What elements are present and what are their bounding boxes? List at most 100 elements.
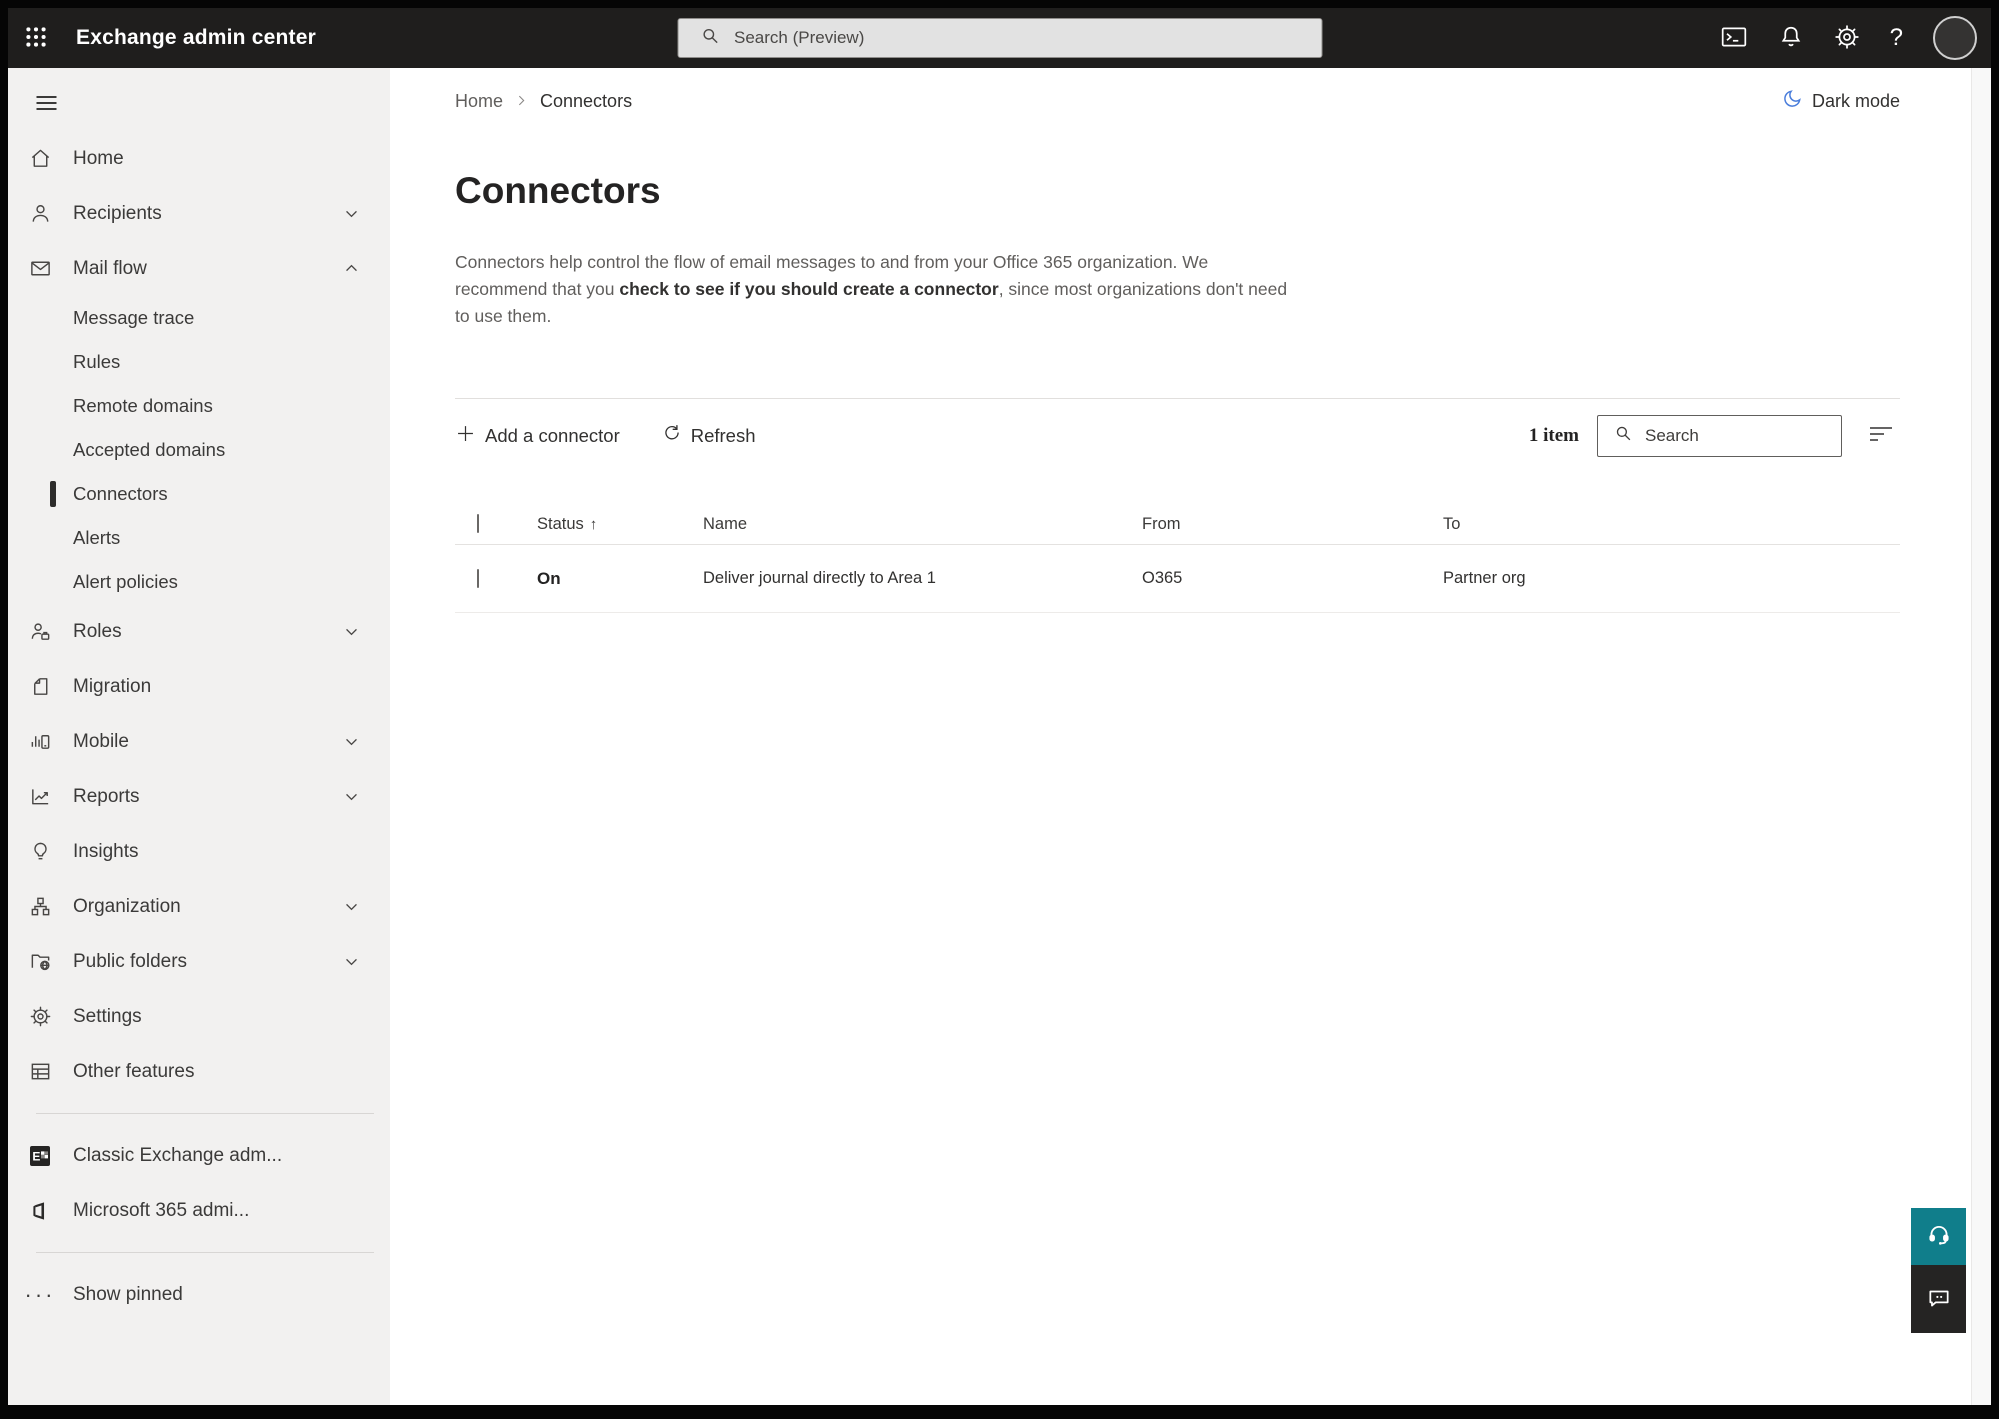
sidebar-item-public-folders[interactable]: Public folders bbox=[8, 934, 390, 989]
app-launcher-button[interactable] bbox=[8, 8, 64, 68]
sidebar-item-insights[interactable]: Insights bbox=[8, 824, 390, 879]
nav-collapse-button[interactable] bbox=[28, 92, 65, 117]
sidebar-item-label: Reports bbox=[73, 785, 140, 807]
cell-from: O365 bbox=[1142, 569, 1183, 587]
filter-button[interactable] bbox=[1862, 422, 1900, 449]
classic-exchange-icon: E bbox=[28, 1145, 52, 1167]
support-button[interactable] bbox=[1911, 1208, 1966, 1265]
list-search-input[interactable]: Search bbox=[1597, 414, 1842, 457]
terminal-icon bbox=[1720, 24, 1748, 53]
sidebar-item-label: Roles bbox=[73, 620, 122, 642]
ellipsis-icon: ··· bbox=[24, 1281, 56, 1307]
powershell-button[interactable] bbox=[1720, 24, 1748, 53]
item-count: 1 item bbox=[1528, 424, 1579, 446]
chevron-down-icon bbox=[343, 898, 360, 915]
settings-topbar-button[interactable] bbox=[1834, 24, 1860, 53]
scrollbar-track[interactable] bbox=[1971, 68, 1991, 1405]
sidebar-item-label: Organization bbox=[73, 895, 181, 917]
row-checkbox[interactable] bbox=[477, 568, 479, 588]
list-search-placeholder: Search bbox=[1645, 425, 1699, 445]
chevron-down-icon bbox=[343, 733, 360, 750]
column-header-to[interactable]: To bbox=[1443, 515, 1900, 534]
home-icon bbox=[28, 147, 52, 170]
waffle-icon bbox=[23, 24, 49, 53]
sidebar-item-classic-exchange[interactable]: E Classic Exchange adm... bbox=[8, 1128, 390, 1183]
dark-mode-toggle[interactable]: Dark mode bbox=[1782, 88, 1900, 114]
account-button[interactable] bbox=[1933, 16, 1977, 60]
sidebar-item-mail-flow[interactable]: Mail flow bbox=[8, 241, 390, 296]
sidebar-item-m365-admin[interactable]: Microsoft 365 admi... bbox=[8, 1183, 390, 1238]
column-header-status[interactable]: Status ↑ bbox=[537, 515, 703, 534]
sidebar-item-label: Rules bbox=[73, 351, 121, 372]
org-chart-icon bbox=[28, 895, 52, 918]
select-all-checkbox[interactable] bbox=[477, 514, 479, 533]
sidebar-item-rules[interactable]: Rules bbox=[8, 340, 390, 384]
sort-ascending-icon: ↑ bbox=[589, 515, 598, 533]
chevron-down-icon bbox=[343, 623, 360, 640]
cell-to: Partner org bbox=[1443, 569, 1526, 587]
sidebar-item-organization[interactable]: Organization bbox=[8, 879, 390, 934]
page-title: Connectors bbox=[455, 170, 661, 211]
sidebar-item-label: Remote domains bbox=[73, 395, 213, 416]
description-emphasis: check to see if you should create a conn… bbox=[619, 279, 999, 299]
sidebar-item-other-features[interactable]: Other features bbox=[8, 1044, 390, 1099]
chevron-up-icon bbox=[343, 260, 360, 277]
sidebar-item-message-trace[interactable]: Message trace bbox=[8, 296, 390, 340]
sidebar-item-accepted-domains[interactable]: Accepted domains bbox=[8, 428, 390, 472]
lightbulb-icon bbox=[28, 840, 52, 863]
chart-phone-icon bbox=[28, 730, 52, 753]
table-header-row: Status ↑ Name From To bbox=[455, 504, 1900, 545]
sidebar-item-roles[interactable]: Roles bbox=[8, 604, 390, 659]
svg-text:E: E bbox=[32, 1149, 40, 1163]
line-chart-icon bbox=[28, 785, 52, 808]
notifications-button[interactable] bbox=[1778, 24, 1804, 53]
sidebar-item-settings[interactable]: Settings bbox=[8, 989, 390, 1044]
sidebar-item-recipients[interactable]: Recipients bbox=[8, 186, 390, 241]
breadcrumb-current: Connectors bbox=[540, 90, 633, 111]
cell-name: Deliver journal directly to Area 1 bbox=[703, 569, 936, 587]
assistance-buttons bbox=[1911, 1208, 1966, 1333]
global-search-placeholder: Search (Preview) bbox=[734, 28, 865, 47]
refresh-button[interactable]: Refresh bbox=[662, 423, 756, 448]
dark-mode-label: Dark mode bbox=[1811, 90, 1900, 111]
table-row[interactable]: On Deliver journal directly to Area 1 O3… bbox=[455, 545, 1900, 613]
column-header-from[interactable]: From bbox=[1142, 515, 1443, 534]
search-icon bbox=[1614, 424, 1633, 448]
sidebar-item-home[interactable]: Home bbox=[8, 131, 390, 186]
sidebar-divider bbox=[36, 1113, 374, 1114]
sidebar-item-label: Migration bbox=[73, 675, 152, 697]
gear-icon bbox=[1834, 24, 1860, 53]
question-icon: ? bbox=[1889, 24, 1903, 51]
global-search-input[interactable]: Search (Preview) bbox=[677, 18, 1322, 58]
app-title: Exchange admin center bbox=[76, 26, 316, 49]
sidebar-item-remote-domains[interactable]: Remote domains bbox=[8, 384, 390, 428]
sidebar-item-alerts[interactable]: Alerts bbox=[8, 516, 390, 560]
chevron-right-icon bbox=[515, 91, 528, 112]
sidebar-item-migration[interactable]: Migration bbox=[8, 659, 390, 714]
main-content: Home Connectors Dark mode Connectors Con… bbox=[390, 68, 1971, 1405]
sidebar-item-label: Message trace bbox=[73, 307, 195, 328]
sidebar-item-label: Mail flow bbox=[73, 257, 147, 279]
search-icon bbox=[700, 26, 720, 51]
sidebar-item-show-pinned[interactable]: ··· Show pinned bbox=[8, 1267, 390, 1322]
top-bar-actions: ? bbox=[1720, 16, 1991, 60]
breadcrumb-home-link[interactable]: Home bbox=[455, 91, 503, 112]
envelope-icon bbox=[28, 257, 52, 280]
sidebar-item-mobile[interactable]: Mobile bbox=[8, 714, 390, 769]
help-button[interactable]: ? bbox=[1890, 24, 1903, 52]
sidebar-item-label: Settings bbox=[73, 1005, 142, 1027]
sidebar-item-alert-policies[interactable]: Alert policies bbox=[8, 560, 390, 604]
column-header-name[interactable]: Name bbox=[703, 515, 1142, 534]
feedback-button[interactable] bbox=[1911, 1265, 1966, 1333]
chevron-down-icon bbox=[343, 205, 360, 222]
add-connector-label: Add a connector bbox=[485, 424, 620, 446]
add-connector-button[interactable]: Add a connector bbox=[455, 423, 620, 449]
sidebar-item-label: Microsoft 365 admi... bbox=[73, 1199, 250, 1221]
sidebar-item-reports[interactable]: Reports bbox=[8, 769, 390, 824]
sidebar-item-label: Other features bbox=[73, 1060, 195, 1082]
headset-icon bbox=[1926, 1222, 1952, 1251]
sidebar-item-connectors[interactable]: Connectors bbox=[8, 472, 390, 516]
sidebar-item-label: Home bbox=[73, 147, 124, 169]
sidebar-item-label: Public folders bbox=[73, 950, 188, 972]
top-bar: Exchange admin center Search (Preview) ? bbox=[8, 8, 1991, 68]
